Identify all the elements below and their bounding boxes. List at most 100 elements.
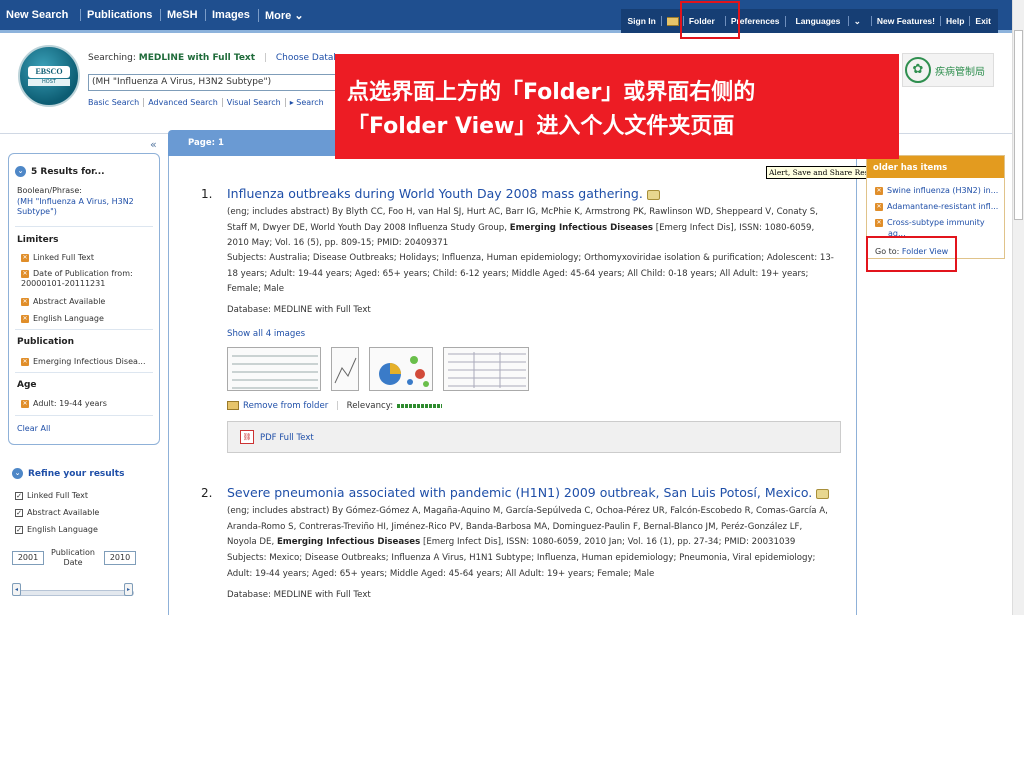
pdf-full-text-bar[interactable]: ⛓ PDF Full Text (227, 421, 841, 453)
new-search-link[interactable]: New Search (6, 9, 68, 21)
callout-line-1: 点选界面上方的「Folder」或界面右侧的 (347, 80, 756, 105)
highlight-folder-view-box (866, 236, 957, 272)
limiter-item[interactable]: ✕ Linked Full Text (21, 253, 94, 262)
image-thumbnail[interactable] (443, 347, 529, 391)
visual-search-link[interactable]: Visual Search (221, 98, 285, 107)
folder-item[interactable]: ✕ Cross-subtype immunity (875, 217, 985, 228)
remove-icon[interactable]: ✕ (21, 314, 29, 323)
folder-item[interactable]: ✕ Adamantane-resistant infl... (875, 201, 998, 212)
result-subjects: Subjects: Australia; Disease Outbreaks; … (227, 253, 834, 294)
year-from-input[interactable]: 2001 (12, 551, 44, 565)
database-name: MEDLINE with Full Text (138, 53, 256, 63)
result-citation: (eng; includes abstract) By Blyth CC, Fo… (227, 205, 847, 252)
result-database: Database: MEDLINE with Full Text (227, 590, 371, 600)
folder-panel-header: older has items (867, 156, 1004, 178)
limiter-item[interactable]: ✕ Date of Publication from: 20000101-2011… (21, 269, 151, 289)
result-title-link[interactable]: Severe pneumonia associated with pandemi… (227, 485, 830, 500)
folder-item[interactable]: ✕ Swine influenza (H3N2) in... (875, 185, 998, 196)
citation-line: Aranda-Romo S, Contreras-Treviño HI, Jim… (227, 521, 803, 532)
new-features-link[interactable]: New Features! (870, 16, 940, 26)
preview-icon[interactable] (646, 189, 660, 200)
boolean-label: Boolean/Phrase: (17, 186, 82, 195)
divider (15, 329, 153, 330)
left-panel: ⌄ 5 Results for... Boolean/Phrase: (MH "I… (8, 153, 160, 445)
callout-line-2: 「Folder View」进入个人文件夹页面 (347, 114, 735, 139)
image-thumbnail[interactable] (331, 347, 359, 391)
images-link[interactable]: Images (205, 9, 250, 21)
limiters-heading: Limiters (17, 235, 59, 245)
top-navigation-bar: New Search Publications MeSH Images More… (0, 0, 1012, 33)
search-input[interactable]: (MH "Influenza A Virus, H3N2 Subtype") (88, 74, 348, 91)
user-navigation: Sign In Folder Preferences Languages ⌄ N… (620, 9, 998, 33)
remove-icon[interactable]: ✕ (875, 186, 883, 195)
basic-search-link[interactable]: Basic Search (88, 98, 143, 107)
help-link[interactable]: Help (939, 16, 969, 26)
advanced-search-link[interactable]: Advanced Search (143, 98, 222, 107)
choose-databases-link[interactable]: Choose Datab (276, 53, 339, 63)
collapse-panel-button[interactable]: « (150, 138, 157, 151)
image-thumbnail[interactable] (227, 347, 321, 391)
results-list: 1. Influenza outbreaks during World Yout… (168, 156, 857, 615)
pie-chart-thumbnail-icon (379, 356, 429, 387)
citation-line: 2010 May; Vol. 16 (5), pp. 809-15; PMID:… (227, 238, 449, 248)
vertical-scrollbar[interactable] (1012, 0, 1024, 615)
remove-icon[interactable]: ✕ (21, 297, 29, 306)
pdf-full-text-link[interactable]: PDF Full Text (260, 433, 314, 443)
limiter-item[interactable]: ✕ Abstract Available (21, 297, 105, 306)
chart-thumbnail-icon (334, 357, 357, 384)
boolean-value: (MH "Influenza A Virus, H3N2 Subtype") (17, 197, 134, 216)
citation-line: (eng; includes abstract) By Blyth CC, Fo… (227, 207, 818, 217)
slider-handle-left[interactable]: ◂ (12, 583, 21, 596)
folder-icon (666, 17, 679, 27)
preview-icon[interactable] (816, 488, 830, 499)
search-history-link[interactable]: ▸ Search (284, 98, 328, 107)
show-images-link[interactable]: Show all 4 images (227, 327, 305, 343)
refine-results-heading[interactable]: ⌄ Refine your results (12, 468, 124, 479)
remove-icon[interactable]: ✕ (21, 253, 29, 262)
result-subjects: Subjects: Mexico; Disease Outbreaks; Inf… (227, 553, 816, 579)
date-slider-track[interactable] (12, 590, 134, 596)
refine-label: Refine your results (28, 469, 125, 479)
remove-icon[interactable]: ✕ (21, 357, 29, 366)
pdf-icon: ⛓ (240, 430, 254, 444)
image-thumbnail[interactable] (369, 347, 433, 391)
remove-icon[interactable]: ✕ (875, 202, 883, 211)
refine-checkbox-row[interactable]: ✓ Linked Full Text (15, 491, 88, 500)
limiter-label: Abstract Available (33, 297, 106, 306)
limiter-item[interactable]: ✕ English Language (21, 314, 104, 323)
chevron-down-icon: ⌄ (847, 15, 866, 26)
age-limiter[interactable]: ✕ Adult: 19-44 years (21, 399, 107, 408)
remove-from-folder-link[interactable]: Remove from folder (227, 401, 328, 411)
more-menu[interactable]: More ⌄ (258, 9, 304, 22)
result-database: Database: MEDLINE with Full Text (227, 305, 371, 315)
exit-link[interactable]: Exit (969, 16, 996, 26)
scrollbar-thumb[interactable] (1014, 30, 1023, 220)
publication-label: Emerging Infectious Disea... (33, 357, 146, 366)
refine-checkbox-row[interactable]: ✓ English Language (15, 525, 98, 534)
remove-icon[interactable]: ✕ (21, 269, 29, 278)
citation-line: Staff M, Dwyer DE, World Youth Day 2008 … (227, 222, 815, 233)
sign-in-link[interactable]: Sign In (623, 16, 661, 26)
checkbox-checked-icon[interactable]: ✓ (15, 508, 23, 517)
remove-icon[interactable]: ✕ (875, 218, 883, 227)
ebscohost-logo[interactable]: EBSCO HOST (18, 45, 80, 107)
publications-link[interactable]: Publications (80, 9, 152, 21)
languages-menu[interactable]: Languages ⌄ (784, 15, 871, 27)
result-title-link[interactable]: Influenza outbreaks during World Youth D… (227, 186, 660, 201)
result-number: 1. (201, 187, 213, 201)
limiter-label: Date of Publication from: 20000101-20111… (21, 269, 133, 288)
publication-date-label: Publication Date (51, 548, 95, 567)
year-to-input[interactable]: 2010 (104, 551, 136, 565)
citation-line: (eng; includes abstract) By Gómez-Gómez … (227, 506, 828, 516)
age-label: Adult: 19-44 years (33, 399, 107, 408)
publication-limiter[interactable]: ✕ Emerging Infectious Disea... (21, 357, 146, 366)
remove-icon[interactable]: ✕ (21, 399, 29, 408)
checkbox-checked-icon[interactable]: ✓ (15, 525, 23, 534)
clear-all-link[interactable]: Clear All (17, 424, 50, 433)
mesh-link[interactable]: MeSH (160, 9, 198, 21)
results-for-heading[interactable]: ⌄ 5 Results for... (15, 166, 105, 177)
limiter-label: English Language (33, 314, 104, 323)
checkbox-checked-icon[interactable]: ✓ (15, 491, 23, 500)
refine-checkbox-row[interactable]: ✓ Abstract Available (15, 508, 99, 517)
slider-handle-right[interactable]: ▸ (124, 583, 133, 596)
